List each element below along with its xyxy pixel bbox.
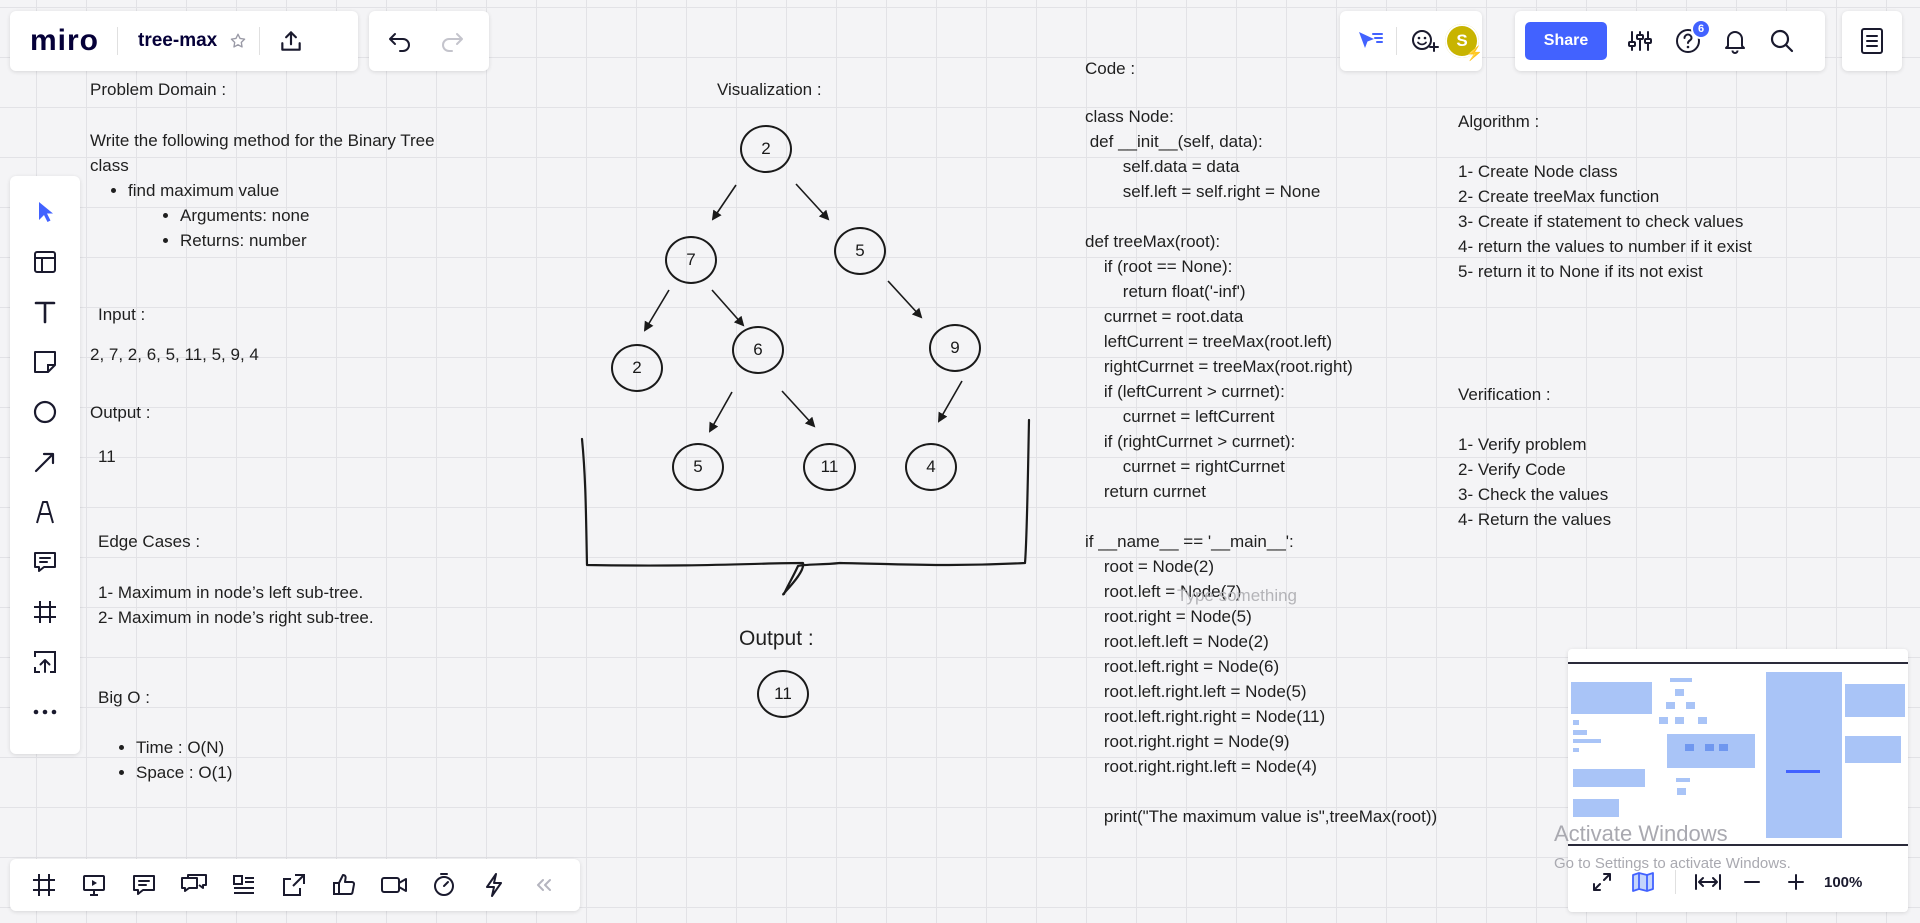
code-line: currnet = root.data (1085, 307, 1244, 326)
algorithm-step: 4- return the values to number if it exi… (1458, 237, 1752, 256)
minimap-block (1571, 682, 1652, 714)
code-line: if (root == None): (1085, 257, 1233, 276)
code-line: if __name__ == '__main__': (1085, 532, 1294, 551)
minimap-block (1573, 720, 1579, 725)
tree-edge (711, 289, 745, 327)
minimap-block (1667, 734, 1755, 768)
visualization-output-heading: Output : (739, 627, 814, 650)
tree-edge (887, 280, 923, 319)
code-line: root.left.right.right = Node(11) (1085, 707, 1326, 726)
tree-node[interactable]: 5 (834, 227, 886, 275)
algorithm-step: 5- return it to None if its not exist (1458, 262, 1703, 281)
verification-step: 3- Check the values (1458, 485, 1609, 504)
minimap-block (1676, 778, 1690, 782)
code-line: root.right.right.left = Node(4) (1085, 757, 1317, 776)
minimap-block (1766, 672, 1842, 838)
code-block: class Node: def __init__(self, data): se… (1085, 107, 1505, 837)
code-line: root = Node(2) (1085, 557, 1214, 576)
code-line: self.data = data (1085, 157, 1240, 176)
output-result-node[interactable]: 11 (757, 670, 809, 718)
tree-edge (709, 391, 733, 433)
code-line: rightCurrnet = treeMax(root.right) (1085, 357, 1353, 376)
code-line: def __init__(self, data): (1085, 132, 1263, 151)
code-line: root.right.right = Node(9) (1085, 732, 1290, 751)
code-line: root.left.left = Node(2) (1085, 632, 1269, 651)
code-line: root.left.right.left = Node(5) (1085, 682, 1307, 701)
code-line: currnet = leftCurrent (1085, 407, 1275, 426)
minimap-block (1845, 684, 1905, 717)
code-line: if (rightCurrnet > currnet): (1085, 432, 1296, 451)
code-line: currnet = rightCurrnet (1085, 457, 1285, 476)
tree-edge (938, 380, 963, 423)
minimap-block (1786, 770, 1820, 773)
tree-edge (643, 289, 670, 332)
control-divider (1675, 870, 1676, 894)
code-line: root.left.right = Node(6) (1085, 657, 1280, 676)
code-line: return currnet (1085, 482, 1206, 501)
zoom-in-icon[interactable] (1786, 872, 1806, 892)
code-line: self.left = self.right = None (1085, 182, 1321, 201)
minimap-block (1675, 717, 1684, 724)
minimap-block (1573, 739, 1601, 743)
minimap-block (1573, 730, 1587, 735)
minimap-block (1698, 717, 1707, 724)
tree-edge (795, 183, 830, 221)
tree-node[interactable]: 6 (732, 326, 784, 374)
algorithm-step: 2- Create treeMax function (1458, 187, 1660, 206)
zoom-out-icon[interactable] (1742, 872, 1762, 892)
code-line: print("The maximum value is",treeMax(roo… (1085, 807, 1438, 826)
minimap-canvas[interactable] (1568, 662, 1908, 846)
tree-edge (781, 390, 816, 428)
minimap-block (1686, 702, 1695, 709)
code-line: leftCurrent = treeMax(root.left) (1085, 332, 1333, 351)
minimap-block (1719, 744, 1728, 751)
minimap-block (1670, 678, 1692, 682)
verification-step: 2- Verify Code (1458, 460, 1566, 479)
minimap-block (1675, 689, 1684, 696)
tree-node[interactable]: 4 (905, 443, 957, 491)
minimap-block (1573, 799, 1619, 817)
code-heading: Code : (1085, 59, 1136, 78)
zoom-level[interactable]: 100% (1824, 874, 1862, 891)
minimap-block (1705, 744, 1714, 751)
minimap-block (1845, 736, 1901, 763)
minimap-block (1685, 744, 1694, 751)
tree-node[interactable]: 2 (611, 344, 663, 392)
tree-node[interactable]: 11 (803, 443, 856, 491)
algorithm-step: 1- Create Node class (1458, 162, 1618, 181)
verification-heading: Verification : (1458, 385, 1551, 404)
tree-node[interactable]: 5 (672, 443, 724, 491)
verification-step: 4- Return the values (1458, 510, 1612, 529)
tree-node[interactable]: 9 (929, 324, 981, 372)
code-line: def treeMax(root): (1085, 232, 1221, 251)
code-line: root.right = Node(5) (1085, 607, 1252, 626)
code-line: return float('-inf') (1085, 282, 1246, 301)
code-line: if (leftCurrent > currnet): (1085, 382, 1285, 401)
algorithm-heading: Algorithm : (1458, 112, 1540, 131)
fit-width-icon[interactable] (1694, 873, 1722, 891)
algorithm-step: 3- Create if statement to check values (1458, 212, 1744, 231)
minimap-block (1659, 717, 1668, 724)
fit-to-screen-icon[interactable] (1591, 871, 1613, 893)
tree-node[interactable]: 7 (665, 236, 717, 284)
tree-edge (711, 184, 737, 221)
code-line: class Node: (1085, 107, 1174, 126)
tree-node[interactable]: 2 (740, 125, 792, 173)
minimap-block (1573, 748, 1579, 752)
activate-windows-title: Activate Windows (1554, 821, 1728, 846)
minimap-block (1677, 788, 1686, 795)
type-something-placeholder: Type something (1177, 586, 1298, 605)
curly-bracket (580, 418, 1031, 596)
minimap-panel: 100% (1568, 649, 1908, 912)
map-icon[interactable] (1631, 870, 1655, 894)
activate-windows-subtitle: Go to Settings to activate Windows. (1554, 855, 1791, 872)
verification-step: 1- Verify problem (1458, 435, 1587, 454)
minimap-block (1666, 702, 1675, 709)
minimap-block (1573, 769, 1645, 787)
